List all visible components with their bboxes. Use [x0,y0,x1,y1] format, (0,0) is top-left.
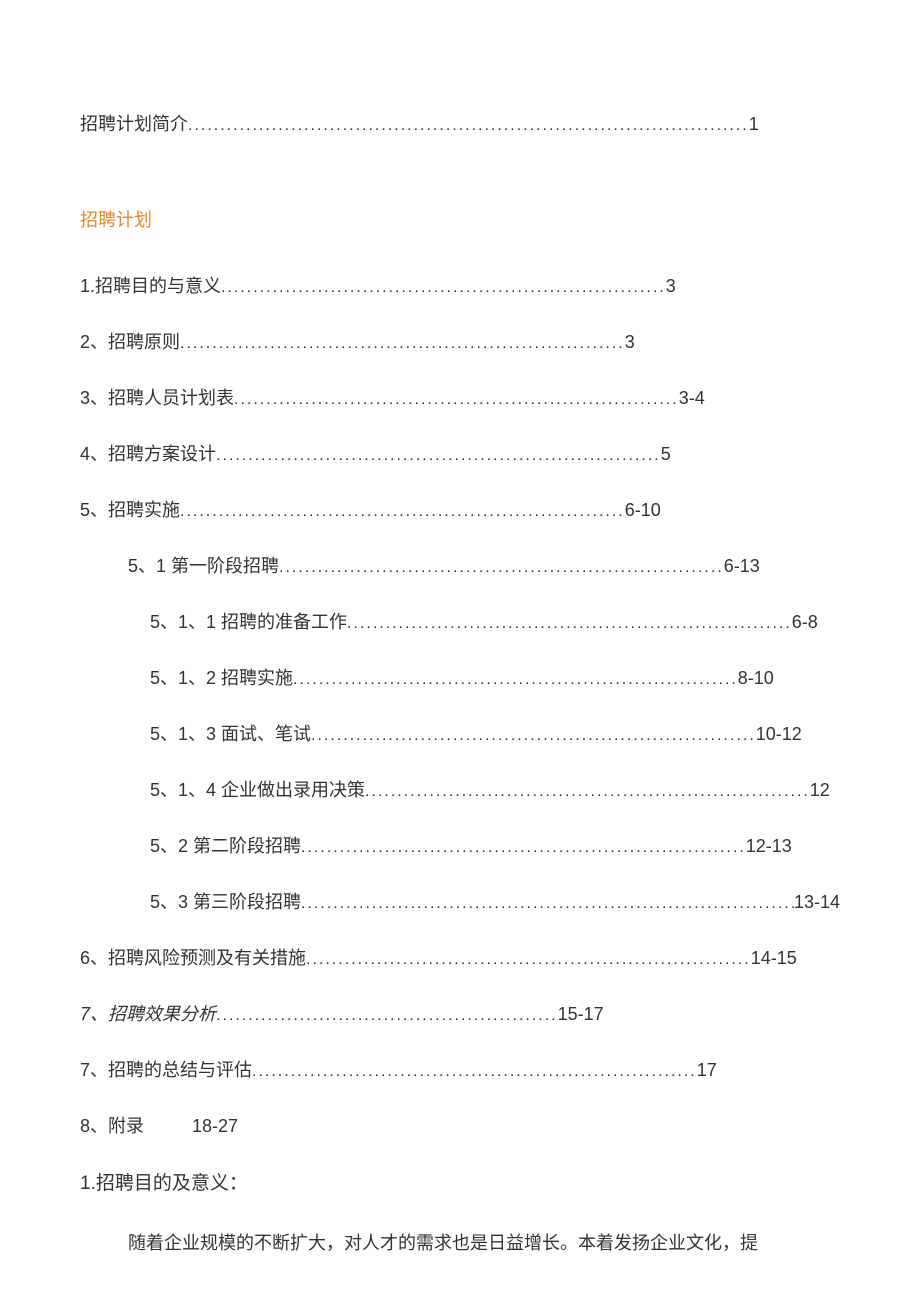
toc-entry: 5、1、1 招聘的准备工作...........................… [80,608,840,634]
toc-container: 1.招聘目的与意义 ..............................… [80,272,840,1138]
toc-entry-page: 12 [810,780,830,801]
toc-dots: ........................................… [180,503,625,521]
toc-entry-label: 7、招聘效果分析 [80,1000,216,1026]
toc-entry: 5、1 第一阶段招聘 .............................… [80,552,840,578]
toc-entry-page: 6-10 [625,500,661,521]
toc-entry-label: 1.招聘目的与意义 [80,272,221,298]
toc-entry: 5、1、4 企业做出录用决策..........................… [80,776,840,802]
toc-entry-label: 5、招聘实施 [80,496,180,522]
toc-entry-label: 5、1、1 招聘的准备工作 [150,608,347,634]
toc-entry-label: 5、2 第二阶段招聘 [150,832,301,858]
toc-entry: 5、1、3 面试、笔试 ............................… [80,720,840,746]
toc-entry-label: 5、1 第一阶段招聘 [128,552,279,578]
toc-dots: ........................................… [234,391,679,409]
toc-entry-label: 7、招聘的总结与评估 [80,1056,252,1082]
toc-entry-page: 3 [666,276,676,297]
toc-entry-label: 3、招聘人员计划表 [80,384,234,410]
toc-entry-label: 6、招聘风险预测及有关措施 [80,944,306,970]
toc-entry-page: 5 [661,444,671,465]
toc-dots: ........................................… [365,783,810,801]
toc-entry: 5、3 第三阶段招聘..............................… [80,888,840,914]
toc-dots: ........................................… [252,1063,697,1081]
toc-dots: ........................................… [347,615,792,633]
toc-entry: 2、招聘原则..................................… [80,328,840,354]
toc-dots: ........................................… [216,1007,558,1025]
toc-intro-line: 招聘计划简介 .................................… [80,110,840,136]
toc-dots: ........................................… [301,895,794,913]
toc-dots: ........................................… [279,559,724,577]
toc-entry: 4、招聘方案设计 ...............................… [80,440,840,466]
toc-entry-label: 5、1、4 企业做出录用决策 [150,776,365,802]
toc-entry: 5、1、2 招聘实施 .............................… [80,664,840,690]
toc-entry-page: 10-12 [756,724,802,745]
toc-entry-label: 4、招聘方案设计 [80,440,216,466]
toc-intro-label: 招聘计划简介 [80,110,188,136]
toc-entry: 8、附录....................................… [80,1112,840,1138]
toc-intro-page: 1 [749,114,759,135]
toc-entry-page: 3 [625,332,635,353]
toc-dots: ........................................… [188,117,749,135]
toc-dots: ........................................… [301,839,746,857]
toc-dots: ........................................… [216,447,661,465]
section-heading: 招聘计划 [80,206,840,232]
toc-entry-page: 3-4 [679,388,705,409]
toc-entry-page: 6-13 [724,556,760,577]
toc-entry-page: 6-8 [792,612,818,633]
body-heading: 1.招聘目的及意义： [80,1168,840,1195]
toc-dots: ........................................… [180,335,625,353]
toc-entry-page: 13-14 [794,892,840,913]
toc-entry-label: 8、附录 [80,1112,144,1138]
toc-entry: 5、招聘实施..................................… [80,496,840,522]
toc-entry-label: 5、3 第三阶段招聘 [150,888,301,914]
toc-entry-page: 14-15 [751,948,797,969]
toc-entry-label: 5、1、3 面试、笔试 [150,720,311,746]
toc-dots: ........................................… [311,727,756,745]
toc-entry-page: 18-27 [192,1116,238,1137]
toc-entry: 7、招聘效果分析................................… [80,1000,840,1026]
toc-entry: 1.招聘目的与意义 ..............................… [80,272,840,298]
toc-entry: 5、2 第二阶段招聘..............................… [80,832,840,858]
toc-entry-label: 2、招聘原则 [80,328,180,354]
toc-entry: 7、招聘的总结与评估..............................… [80,1056,840,1082]
toc-dots: ........................................… [293,671,738,689]
toc-entry-page: 17 [697,1060,717,1081]
toc-dots: ........................................… [221,279,666,297]
toc-entry: 6、招聘风险预测及有关措施...........................… [80,944,840,970]
toc-dots: ........................................… [306,951,751,969]
toc-entry-page: 8-10 [738,668,774,689]
body-paragraph: 随着企业规模的不断扩大，对人才的需求也是日益增长。本着发扬企业文化，提 [80,1225,840,1261]
toc-entry: 3、招聘人员计划表...............................… [80,384,840,410]
toc-entry-page: 12-13 [746,836,792,857]
toc-entry-label: 5、1、2 招聘实施 [150,664,293,690]
toc-entry-page: 15-17 [558,1004,604,1025]
